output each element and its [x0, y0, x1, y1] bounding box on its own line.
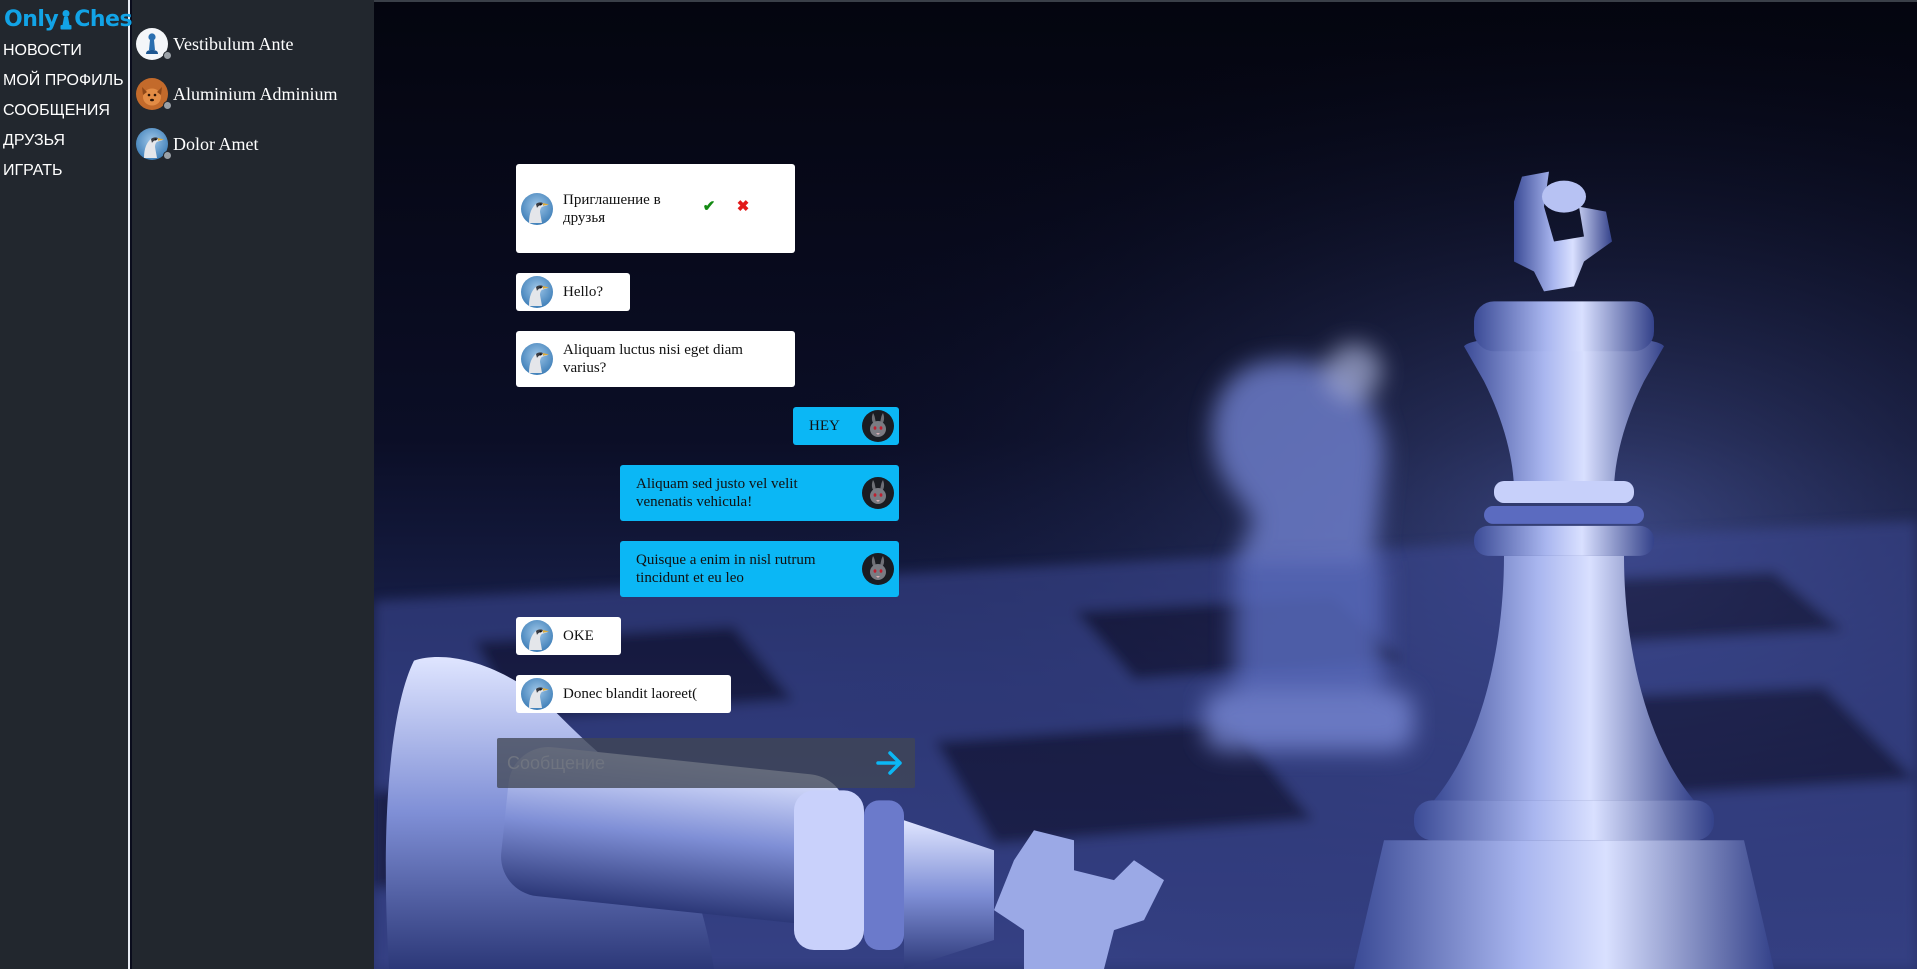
incoming-message: Hello? — [516, 273, 630, 311]
avatar — [862, 477, 894, 509]
avatar — [862, 410, 894, 442]
nav-item-profile[interactable]: МОЙ ПРОФИЛЬ — [3, 72, 124, 90]
message-text: HEY — [809, 418, 840, 434]
incoming-message: Donec blandit laoreet( — [516, 675, 731, 713]
incoming-message: OKE — [516, 617, 621, 655]
friend-item[interactable]: Aluminium Adminium — [136, 74, 338, 114]
message-composer — [497, 738, 915, 788]
outgoing-message: Aliquam sed justo vel velit venenatis ve… — [620, 465, 899, 521]
avatar — [521, 193, 553, 225]
message-input[interactable] — [507, 738, 857, 788]
nav-item-news[interactable]: НОВОСТИ — [3, 42, 82, 60]
status-dot — [163, 151, 172, 160]
main-nav: Only Chess НОВОСТИ МОЙ ПРОФИЛЬ СООБЩЕНИЯ… — [0, 0, 145, 969]
incoming-message: Aliquam luctus nisi eget diam varius? — [516, 331, 795, 387]
message-text: Hello? — [563, 284, 603, 300]
friend-item[interactable]: Vestibulum Ante — [136, 24, 294, 64]
chat-area: Приглашение в друзья ✔ ✖ Hello? Aliquam … — [374, 0, 1917, 969]
invite-text: Приглашение в друзья — [563, 191, 661, 226]
status-dot — [163, 101, 172, 110]
avatar — [521, 620, 553, 652]
nav-item-messages[interactable]: СООБЩЕНИЯ — [3, 102, 110, 120]
message-text: Quisque a enim in nisl rutrum tincidunt … — [636, 552, 816, 586]
outgoing-message: Quisque a enim in nisl rutrum tincidunt … — [620, 541, 899, 597]
avatar — [521, 678, 553, 710]
friend-item[interactable]: Dolor Amet — [136, 124, 259, 164]
avatar — [862, 553, 894, 585]
avatar — [521, 343, 553, 375]
pawn-logo-icon — [60, 9, 72, 29]
friend-invite-card: Приглашение в друзья ✔ ✖ — [516, 164, 795, 253]
invite-actions: ✔ ✖ — [699, 197, 753, 217]
nav-item-play[interactable]: ИГРАТЬ — [3, 162, 62, 180]
accept-check-icon[interactable]: ✔ — [699, 197, 719, 217]
friend-name: Aluminium Adminium — [173, 83, 338, 104]
decline-cross-icon[interactable]: ✖ — [733, 197, 753, 217]
nav-item-friends[interactable]: ДРУЗЬЯ — [3, 132, 65, 150]
message-text: Aliquam luctus nisi eget diam varius? — [563, 342, 743, 376]
outgoing-message: HEY — [793, 407, 899, 445]
app-logo[interactable]: Only Chess — [4, 7, 145, 32]
message-text: OKE — [563, 628, 594, 644]
message-text: Donec blandit laoreet( — [563, 686, 698, 702]
friends-list: Vestibulum Ante Aluminium Adminium Dolor… — [132, 0, 374, 969]
chess-background-image — [374, 2, 1917, 969]
friend-name: Vestibulum Ante — [173, 33, 294, 54]
friend-name: Dolor Amet — [173, 133, 259, 154]
message-text: Aliquam sed justo vel velit venenatis ve… — [636, 476, 798, 510]
status-dot — [163, 51, 172, 60]
avatar — [521, 276, 553, 308]
logo-text-only: Only — [4, 7, 59, 32]
send-arrow-icon[interactable] — [875, 749, 905, 777]
